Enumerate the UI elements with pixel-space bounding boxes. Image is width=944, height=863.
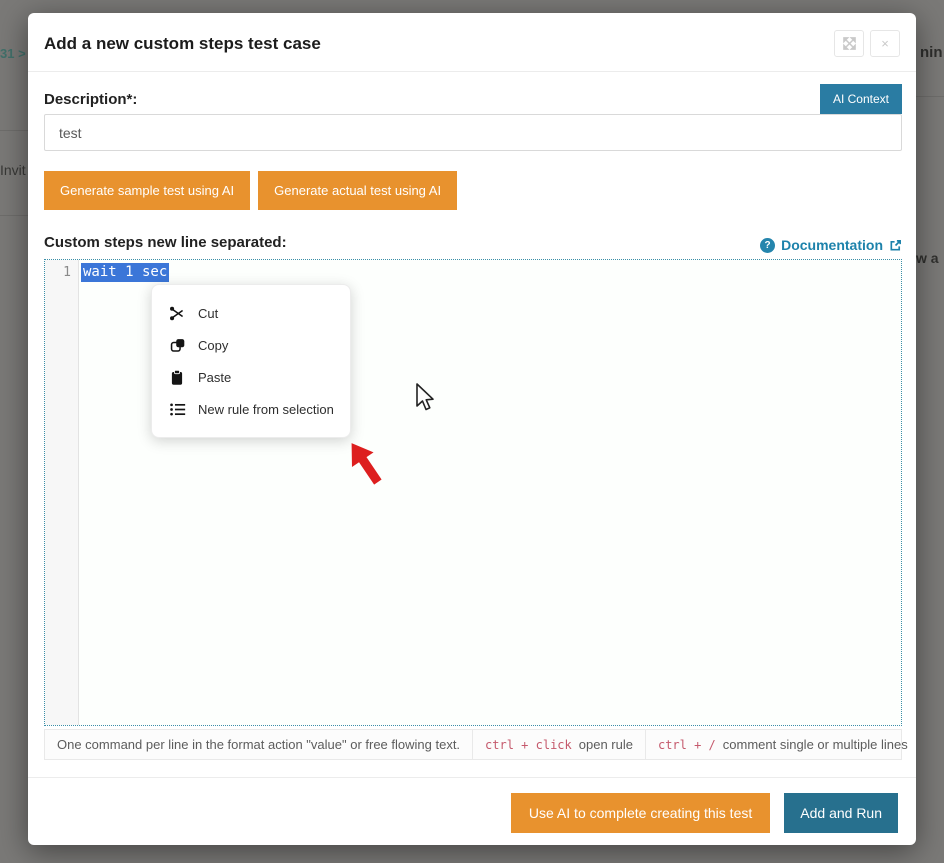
modal-footer: Use AI to complete creating this test Ad… <box>28 777 916 849</box>
background-divider <box>0 130 28 131</box>
close-icon: × <box>881 36 889 51</box>
background-divider <box>0 215 28 216</box>
mouse-cursor-icon <box>413 382 435 417</box>
copy-icon <box>168 336 186 354</box>
maximize-button[interactable] <box>834 30 864 57</box>
description-row: Description*: AI Context <box>44 84 902 114</box>
paste-icon <box>168 368 186 386</box>
add-and-run-button[interactable]: Add and Run <box>784 793 898 833</box>
custom-steps-editor[interactable]: 1 wait 1 sec <box>44 259 902 726</box>
editor-hint-bar: One command per line in the format actio… <box>44 729 902 760</box>
description-input[interactable] <box>44 114 902 151</box>
close-button[interactable]: × <box>870 30 900 57</box>
use-ai-complete-button[interactable]: Use AI to complete creating this test <box>511 793 770 833</box>
modal-body: Description*: AI Context Generate sample… <box>28 72 916 760</box>
context-menu-item-new-rule[interactable]: New rule from selection <box>152 393 350 425</box>
context-menu-label: Cut <box>198 306 218 321</box>
modal-header: Add a new custom steps test case × <box>28 13 916 72</box>
modal-title: Add a new custom steps test case <box>44 34 321 54</box>
generate-actual-test-button[interactable]: Generate actual test using AI <box>258 171 457 210</box>
generate-buttons-row: Generate sample test using AI Generate a… <box>44 171 902 210</box>
add-test-case-modal: Add a new custom steps test case × <box>28 13 916 845</box>
generate-sample-test-button[interactable]: Generate sample test using AI <box>44 171 250 210</box>
window-controls: × <box>834 30 900 57</box>
description-label: Description*: <box>44 91 137 114</box>
help-icon: ? <box>760 238 775 253</box>
ctrl-slash-shortcut: ctrl + / <box>658 738 716 752</box>
context-menu-item-paste[interactable]: Paste <box>152 361 350 393</box>
steps-header-row: Custom steps new line separated: ? Docum… <box>44 234 902 253</box>
editor-gutter: 1 <box>45 260 79 725</box>
custom-steps-label: Custom steps new line separated: <box>44 234 287 253</box>
editor-context-menu: Cut Copy <box>151 284 351 438</box>
context-menu-label: New rule from selection <box>198 402 334 417</box>
context-menu-label: Paste <box>198 370 231 385</box>
comment-hint: ctrl + / comment single or multiple line… <box>646 730 920 759</box>
selected-code-text: wait 1 sec <box>81 263 169 282</box>
background-text-fragment-mid: w a <box>916 250 939 266</box>
background-text-fragment-top: nin <box>920 44 943 61</box>
list-icon <box>168 400 186 418</box>
documentation-link[interactable]: ? Documentation <box>760 237 902 253</box>
open-rule-hint: ctrl + click open rule <box>473 730 646 759</box>
background-breadcrumb: 31 > <box>0 46 26 61</box>
documentation-link-label: Documentation <box>781 237 883 253</box>
format-hint: One command per line in the format actio… <box>45 730 473 759</box>
expand-icon <box>840 35 858 53</box>
line-number: 1 <box>45 265 71 280</box>
background-invite-label: Invit <box>0 162 26 178</box>
external-link-icon <box>889 239 902 252</box>
background-divider <box>916 96 944 97</box>
context-menu-item-copy[interactable]: Copy <box>152 329 350 361</box>
context-menu-label: Copy <box>198 338 228 353</box>
ai-context-button[interactable]: AI Context <box>820 84 902 114</box>
scissors-icon <box>168 304 186 322</box>
red-annotation-arrow-icon <box>345 436 385 495</box>
ctrl-click-shortcut: ctrl + click <box>485 738 572 752</box>
context-menu-item-cut[interactable]: Cut <box>152 297 350 329</box>
